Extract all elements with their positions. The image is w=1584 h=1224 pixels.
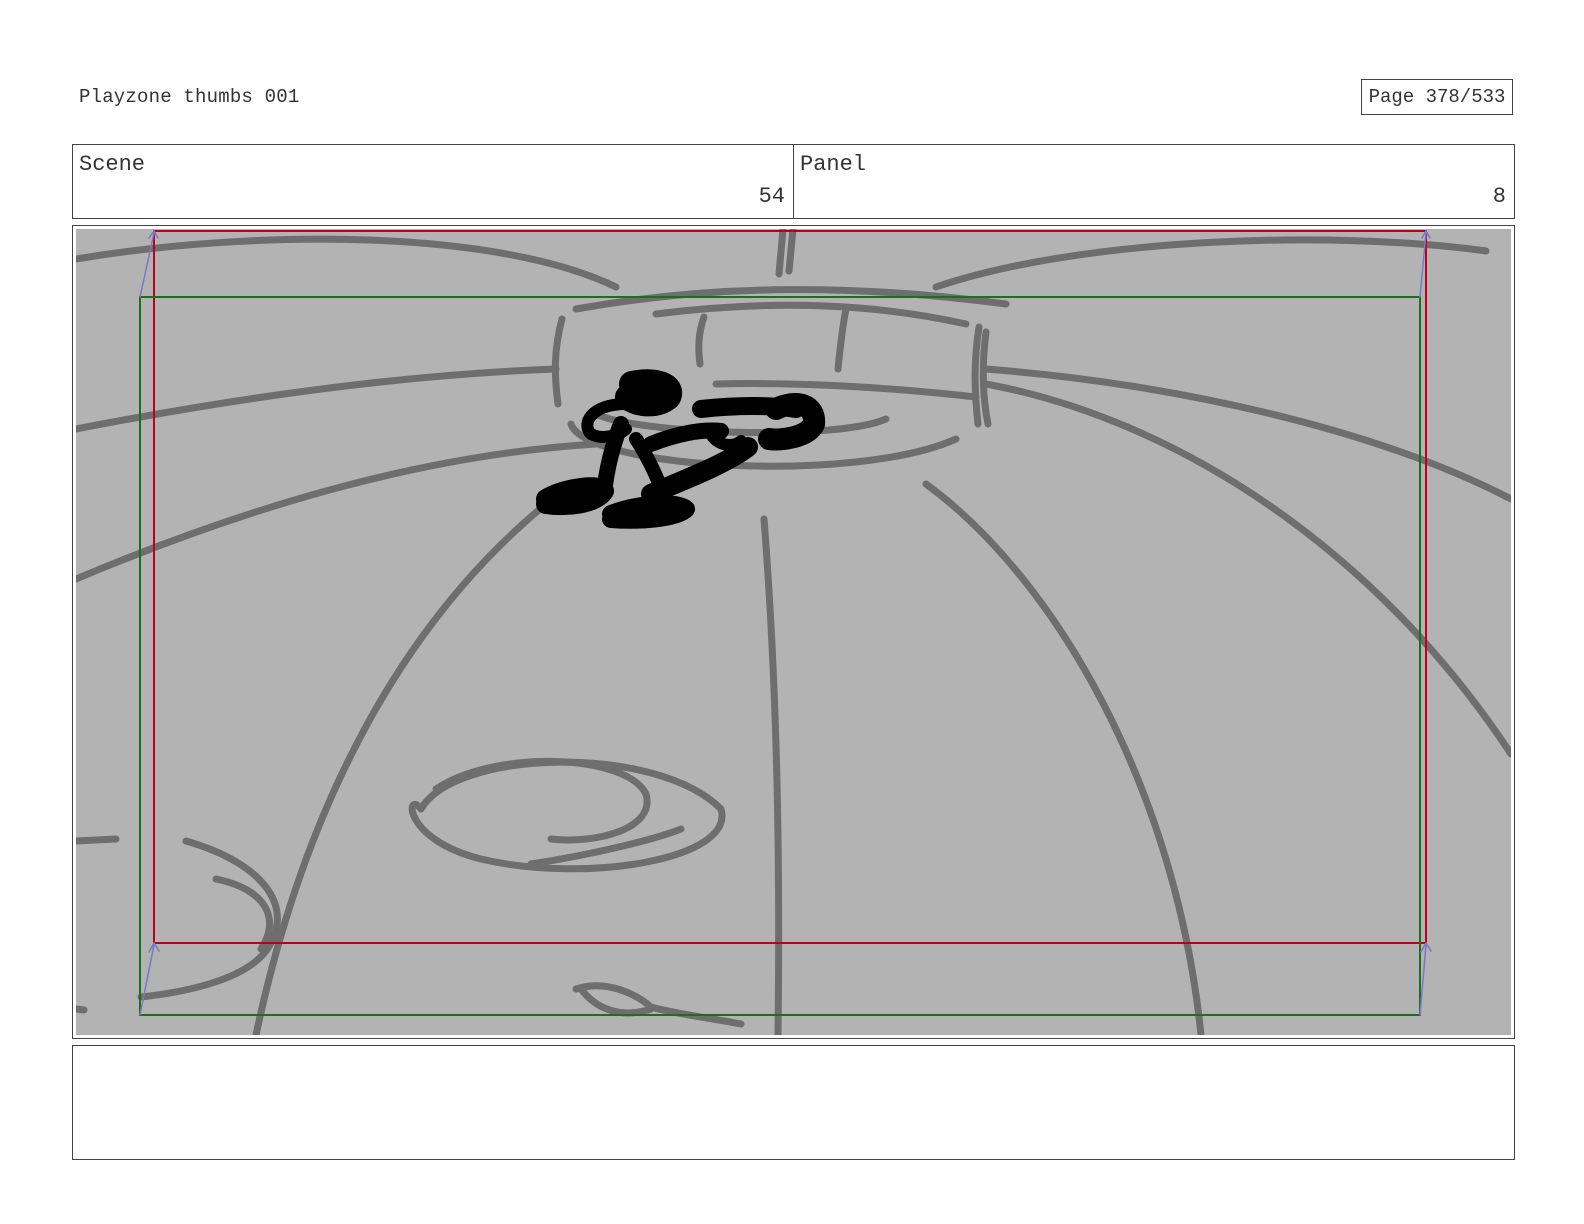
panel-label: Panel — [800, 152, 867, 177]
panel-cell: Panel 8 — [793, 145, 1514, 218]
scene-label: Scene — [79, 152, 146, 177]
scene-panel-table: Scene 54 Panel 8 — [72, 144, 1515, 219]
sketch-background — [76, 229, 1511, 1035]
page-indicator: Page 378/533 — [1361, 79, 1513, 115]
storyboard-sketch — [76, 229, 1511, 1035]
scene-number: 54 — [758, 184, 785, 209]
scene-cell: Scene 54 — [73, 145, 793, 218]
notes-box — [72, 1045, 1515, 1160]
panel-number: 8 — [1492, 184, 1506, 209]
document-title: Playzone thumbs 001 — [79, 86, 300, 108]
